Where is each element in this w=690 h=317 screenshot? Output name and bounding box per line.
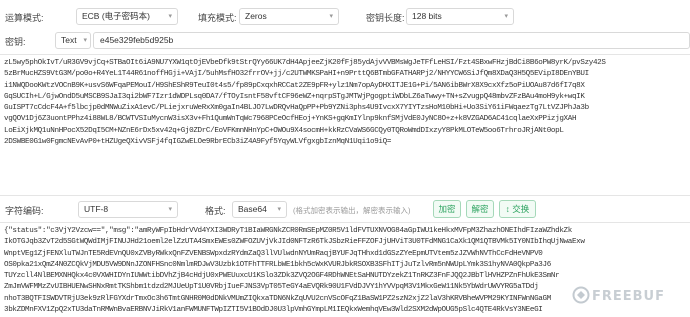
chevron-down-icon: ▾ xyxy=(329,13,333,20)
format-select-value: Base64 xyxy=(238,204,267,214)
chevron-down-icon: ▾ xyxy=(277,206,281,213)
input-line: GqSUCIh+L/GjwOndD5uMSCB9SJaI3qi2bWF7Izr1… xyxy=(4,92,585,101)
input-line: 2DSWBE0G1w0FgmcNEvAvP0+tHZUgeQXivVSFj4fq… xyxy=(4,138,392,147)
input-line: vgQOV1Dj6Z3uontPPhz4i88WL8/BCWTVSIuMycnW… xyxy=(4,115,577,124)
encrypt-button[interactable]: 加密 xyxy=(433,200,461,218)
padding-select-value: Zeros xyxy=(245,11,267,21)
freebuf-logo-icon xyxy=(572,286,590,304)
format-select[interactable]: Base64 ▾ xyxy=(232,201,287,218)
output-line: TUYzcll4NlBEMXNHQkx4c0VXWHIDYnIUWWtibDVh… xyxy=(4,272,560,281)
key-row: 密钥: Text ▾ e45e329feb5d925b xyxy=(0,28,690,52)
mode-select[interactable]: ECB (电子密码本) ▾ xyxy=(76,8,178,25)
chevron-down-icon: ▾ xyxy=(83,37,87,44)
output-line: IkOTGJqb3ZvT2d5SGtWQWdIMjFINUJHd21oeml2e… xyxy=(4,238,585,247)
chevron-down-icon: ▾ xyxy=(168,13,172,20)
charset-select-value: UTF-8 xyxy=(84,204,109,214)
watermark-logo: FREEBUF xyxy=(592,289,665,304)
output-line: 3bkZDMnFXV1ZpQ2xTU3daTnRMWnBvaERBNVJiRkV… xyxy=(4,306,543,315)
format-label: 格式: xyxy=(205,206,226,216)
key-format-value: Text xyxy=(61,35,77,45)
mode-select-value: ECB (电子密码本) xyxy=(82,11,151,21)
output-line: OS0pka21xQmZ4N0ZCQkVjMDU5VW9DNnJZONFHSnc… xyxy=(4,260,551,269)
input-textarea[interactable]: zL5wy5phOkIvT/uR3GV9vjCq+STBaOIt6iA9NU7Y… xyxy=(0,54,690,196)
swap-button[interactable]: ↕ 交换 xyxy=(499,200,536,218)
charset-select[interactable]: UTF-8 ▾ xyxy=(78,201,178,218)
swap-button-label: 交换 xyxy=(512,204,530,214)
key-label: 密钥: xyxy=(5,37,26,47)
chevron-down-icon: ▾ xyxy=(168,206,172,213)
key-input-value: e45e329feb5d925b xyxy=(100,35,174,45)
input-line: LoEiXjkMQ1uNnHPocX52DqI5CM+NZnE6rDx5xv42… xyxy=(4,126,564,135)
mode-label: 运算模式: xyxy=(5,13,44,23)
keylen-label: 密钥长度: xyxy=(366,13,405,23)
keylen-select-value: 128 bits xyxy=(412,11,442,21)
key-format-select[interactable]: Text ▾ xyxy=(55,32,91,49)
padding-select[interactable]: Zeros ▾ xyxy=(239,8,339,25)
output-line: {"status":"c3VjY2Vzcw==","msg":"amRyWFpI… xyxy=(4,227,572,235)
charset-label: 字符编码: xyxy=(5,206,44,216)
output-line: WnptVEg1ZjFENXluTWJnTE5RdEVnQU0xZVByRWkx… xyxy=(4,249,543,258)
keylen-select[interactable]: 128 bits ▾ xyxy=(406,8,514,25)
swap-icon: ↕ xyxy=(505,204,510,214)
decrypt-button[interactable]: 解密 xyxy=(466,200,494,218)
input-line: GuISPT7cCdcF4A+f5lbcjp0dMNWuZixA1evC/PLi… xyxy=(4,104,589,113)
format-hint: (格式加密表示输出，解密表示输入) xyxy=(293,206,411,215)
options-row: 字符编码: UTF-8 ▾ 格式: Base64 ▾ (格式加密表示输出，解密表… xyxy=(0,196,690,222)
decrypt-button-label: 解密 xyxy=(471,204,489,214)
padding-label: 填充模式: xyxy=(198,13,237,23)
input-line: zL5wy5phOkIvT/uR3GV9vjCq+STBaOIt6iA9NU7Y… xyxy=(4,59,606,67)
settings-row: 运算模式: ECB (电子密码本) ▾ 填充模式: Zeros ▾ 密钥长度: … xyxy=(0,0,690,28)
encrypt-button-label: 加密 xyxy=(438,204,456,214)
input-line: 5zBrMucHZS9VtG3M/po0o+R4YeL1T44R61noffHG… xyxy=(4,70,589,79)
input-line: i1NWQDooKWtzVOCnB9K+usvS6WFqaPEMouI/H9Sh… xyxy=(4,81,585,90)
chevron-down-icon: ▾ xyxy=(504,13,508,20)
key-input[interactable]: e45e329feb5d925b xyxy=(93,32,690,49)
